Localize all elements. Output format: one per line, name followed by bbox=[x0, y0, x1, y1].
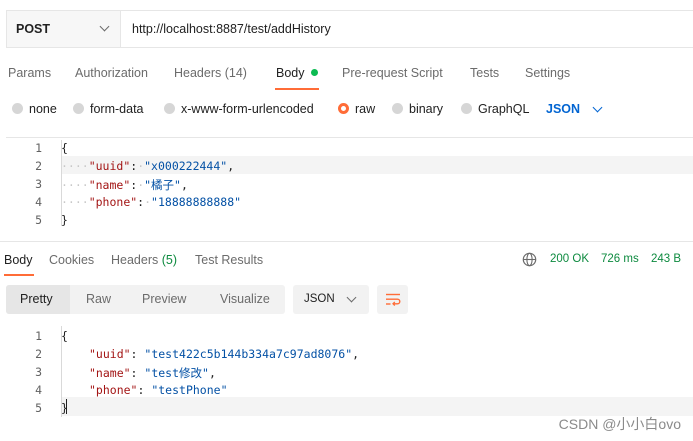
json-close-brace: } bbox=[61, 213, 68, 227]
response-tab-test-results[interactable]: Test Results bbox=[195, 253, 263, 267]
response-tab-headers-label: Headers bbox=[111, 253, 159, 267]
json-value: "18888888888" bbox=[151, 195, 242, 209]
json-key: "phone" bbox=[88, 195, 138, 209]
chevron-down-icon bbox=[99, 21, 110, 32]
line-number: 4 bbox=[35, 383, 42, 397]
request-bar: POST http://localhost:8887/test/addHisto… bbox=[6, 10, 693, 48]
radio-raw[interactable] bbox=[338, 103, 349, 114]
tab-headers-label: Headers bbox=[174, 66, 222, 80]
radio-raw-label[interactable]: raw bbox=[355, 102, 375, 116]
radio-form-data-label[interactable]: form-data bbox=[90, 102, 144, 116]
body-indicator-dot bbox=[310, 69, 318, 76]
view-mode-raw[interactable]: Raw bbox=[86, 292, 111, 306]
json-comma: , bbox=[352, 347, 360, 361]
json-key: "name" bbox=[88, 178, 131, 192]
chevron-down-icon[interactable] bbox=[592, 102, 603, 113]
view-mode-preview[interactable]: Preview bbox=[142, 292, 186, 306]
view-mode-visualize[interactable]: Visualize bbox=[220, 292, 270, 306]
json-key: "phone" bbox=[89, 383, 138, 397]
json-key: "uuid" bbox=[88, 159, 131, 173]
tab-pre-request-script[interactable]: Pre-request Script bbox=[342, 66, 443, 80]
line-number: 5 bbox=[35, 401, 42, 415]
response-tab-headers[interactable]: Headers (5) bbox=[111, 253, 177, 267]
tab-tests[interactable]: Tests bbox=[470, 66, 499, 80]
json-line: ····"phone":·"18888888888" bbox=[61, 195, 242, 209]
method-select[interactable]: POST bbox=[7, 11, 121, 47]
chevron-down-icon bbox=[346, 292, 357, 303]
response-tab-headers-count: (5) bbox=[161, 253, 178, 267]
view-mode-segmented: Pretty Raw Preview Visualize bbox=[6, 285, 285, 314]
line-number: 3 bbox=[35, 177, 42, 191]
json-line[interactable]: "name": "test修改", bbox=[89, 365, 216, 381]
line-number: 1 bbox=[35, 141, 42, 155]
tab-authorization[interactable]: Authorization bbox=[75, 66, 148, 80]
radio-graphql-label[interactable]: GraphQL bbox=[478, 102, 529, 116]
radio-none[interactable] bbox=[12, 103, 23, 114]
json-comma: , bbox=[180, 178, 188, 192]
json-line[interactable]: "uuid": "test422c5b144b334a7c97ad8076", bbox=[89, 347, 359, 361]
radio-urlencoded-label[interactable]: x-www-form-urlencoded bbox=[181, 102, 314, 116]
radio-binary-label[interactable]: binary bbox=[409, 102, 443, 116]
tab-headers[interactable]: Headers (14) bbox=[174, 66, 247, 80]
response-size[interactable]: 243 B bbox=[651, 253, 681, 265]
json-value: "test修改" bbox=[144, 366, 209, 380]
body-format-select[interactable]: JSON bbox=[546, 102, 580, 116]
json-line: ····"name":·"橘子", bbox=[61, 178, 188, 192]
tab-body[interactable]: Body bbox=[276, 66, 318, 80]
line-number: 2 bbox=[35, 347, 42, 361]
globe-icon[interactable] bbox=[522, 252, 537, 267]
line-number: 1 bbox=[35, 329, 42, 343]
line-number: 4 bbox=[35, 195, 42, 209]
radio-graphql[interactable] bbox=[461, 103, 472, 114]
radio-none-label[interactable]: none bbox=[29, 102, 57, 116]
tab-headers-count: (14) bbox=[224, 66, 247, 80]
json-value: "testPhone" bbox=[151, 383, 228, 397]
tab-params[interactable]: Params bbox=[8, 66, 51, 80]
response-tab-body[interactable]: Body bbox=[4, 253, 33, 267]
pane-divider[interactable] bbox=[0, 241, 693, 242]
radio-urlencoded[interactable] bbox=[164, 103, 175, 114]
status-code[interactable]: 200 OK bbox=[550, 253, 589, 265]
json-comma: , bbox=[208, 366, 216, 380]
json-value: "橘子" bbox=[144, 178, 181, 192]
method-label: POST bbox=[16, 22, 51, 36]
tab-body-label: Body bbox=[276, 66, 305, 80]
active-tab-underline bbox=[275, 88, 319, 90]
json-open-brace: { bbox=[61, 329, 68, 343]
response-time[interactable]: 726 ms bbox=[601, 253, 639, 265]
json-line: ····"uuid":·"x000222444", bbox=[61, 159, 235, 173]
radio-form-data[interactable] bbox=[73, 103, 84, 114]
json-line[interactable]: "phone": "testPhone" bbox=[89, 383, 228, 397]
wrap-lines-icon bbox=[386, 293, 401, 307]
line-number: 5 bbox=[35, 213, 42, 227]
wrap-lines-button[interactable] bbox=[377, 285, 408, 314]
response-format-select[interactable]: JSON bbox=[293, 285, 369, 314]
json-value: "x000222444" bbox=[144, 159, 228, 173]
response-tab-underline bbox=[4, 274, 34, 276]
view-mode-pretty[interactable]: Pretty bbox=[20, 292, 53, 306]
response-tab-cookies[interactable]: Cookies bbox=[49, 253, 94, 267]
radio-binary[interactable] bbox=[392, 103, 403, 114]
watermark: CSDN @小小白ovo bbox=[558, 416, 681, 432]
body-format-label: JSON bbox=[546, 102, 581, 116]
tab-settings[interactable]: Settings bbox=[525, 66, 570, 80]
text-cursor bbox=[66, 399, 67, 414]
line-number: 2 bbox=[35, 159, 42, 173]
json-key: "uuid" bbox=[89, 347, 131, 361]
json-key: "name" bbox=[89, 366, 131, 380]
json-comma: , bbox=[227, 159, 235, 173]
url-input[interactable]: http://localhost:8887/test/addHistory bbox=[132, 22, 331, 36]
response-format-label: JSON bbox=[304, 293, 335, 305]
json-value: "test422c5b144b334a7c97ad8076" bbox=[144, 347, 353, 361]
json-open-brace: { bbox=[61, 141, 68, 155]
line-number: 3 bbox=[35, 365, 42, 379]
